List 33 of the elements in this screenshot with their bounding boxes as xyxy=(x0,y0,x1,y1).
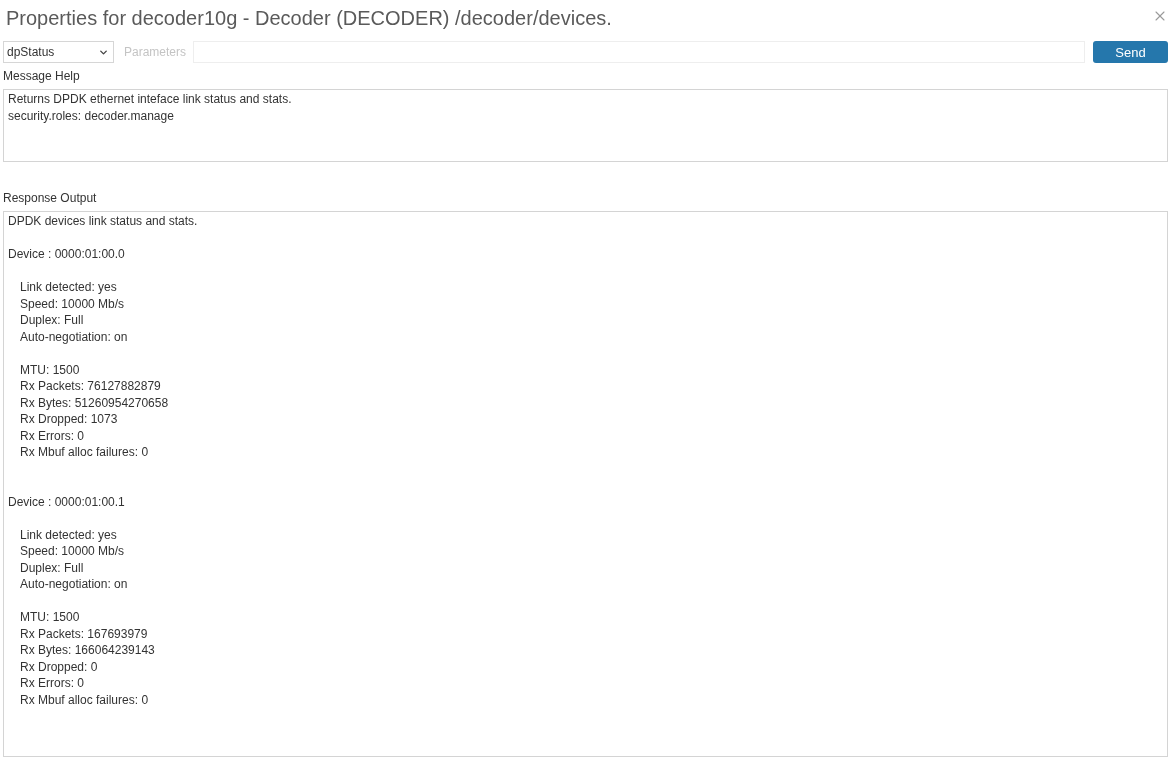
output-text: Speed: 10000 Mb/s xyxy=(20,295,125,312)
dialog-title: Properties for decoder10g - Decoder (DECODER) /decoder/devices. xyxy=(6,7,612,30)
output-text: Rx Packets: 167693979 xyxy=(20,625,148,642)
response-output-field[interactable] xyxy=(3,211,1168,757)
output-text: Duplex: Full xyxy=(20,559,84,576)
device-heading: Device : 0000:01:00.0 xyxy=(8,246,125,263)
output-text: Rx Packets: 76127882879 xyxy=(20,378,161,395)
output-text: Speed: 10000 Mb/s xyxy=(20,543,125,560)
output-text: DPDK devices link status and stats. xyxy=(8,213,198,230)
device-heading: Device : 0000:01:00.1 xyxy=(8,493,125,510)
message-help-field[interactable]: Returns DPDK ethernet inteface link status and stats. security.roles: decoder.manage xyxy=(3,89,1168,162)
output-text: MTU: 1500 xyxy=(20,361,80,378)
output-text: Auto-negotiation: on xyxy=(20,328,128,345)
message-select[interactable]: dpStatus xyxy=(3,41,114,63)
output-text: Rx Errors: 0 xyxy=(20,675,84,692)
message-help-label: Message Help xyxy=(3,68,81,84)
output-text: Link detected: yes xyxy=(20,279,117,296)
output-text: Auto-negotiation: on xyxy=(20,576,128,593)
output-text: Rx Dropped: 1073 xyxy=(20,411,118,428)
output-text: MTU: 1500 xyxy=(20,609,80,626)
send-button[interactable]: Send xyxy=(1093,41,1168,63)
help-text: Returns DPDK ethernet inteface link status and stats. xyxy=(8,91,292,108)
output-text: Rx Mbuf alloc failures: 0 xyxy=(20,691,149,708)
output-text: Link detected: yes xyxy=(20,526,117,543)
output-text: Rx Bytes: 166064239143 xyxy=(20,642,155,659)
output-text: Rx Mbuf alloc failures: 0 xyxy=(20,444,149,461)
output-text: Rx Errors: 0 xyxy=(20,427,84,444)
help-text: security.roles: decoder.manage xyxy=(8,107,174,124)
output-text: Duplex: Full xyxy=(20,312,84,329)
response-output-label: Response Output xyxy=(3,190,98,206)
parameters-label: Parameters xyxy=(124,44,188,61)
output-text: Rx Dropped: 0 xyxy=(20,658,98,675)
output-text: Rx Bytes: 51260954270658 xyxy=(20,394,169,411)
